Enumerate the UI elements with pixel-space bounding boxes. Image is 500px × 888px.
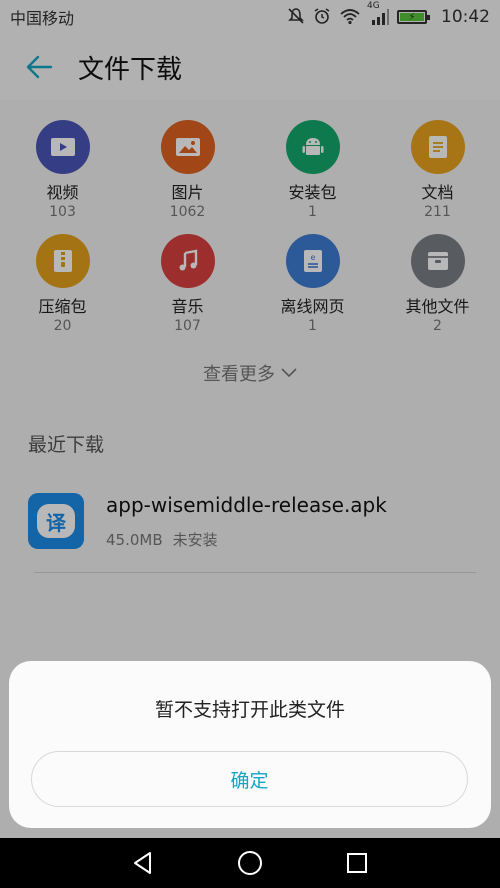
confirm-button[interactable]: 确定 <box>31 751 468 807</box>
nav-back-button[interactable] <box>123 843 163 883</box>
nav-home-icon <box>237 851 262 875</box>
nav-home-button[interactable] <box>230 843 270 883</box>
nav-recents-button[interactable] <box>337 843 377 883</box>
nav-recents-icon <box>346 853 367 873</box>
alert-dialog: 暂不支持打开此类文件 确定 <box>9 661 491 828</box>
nav-back-icon <box>134 852 152 874</box>
system-nav-bar <box>0 838 500 888</box>
dialog-message: 暂不支持打开此类文件 <box>154 699 345 721</box>
